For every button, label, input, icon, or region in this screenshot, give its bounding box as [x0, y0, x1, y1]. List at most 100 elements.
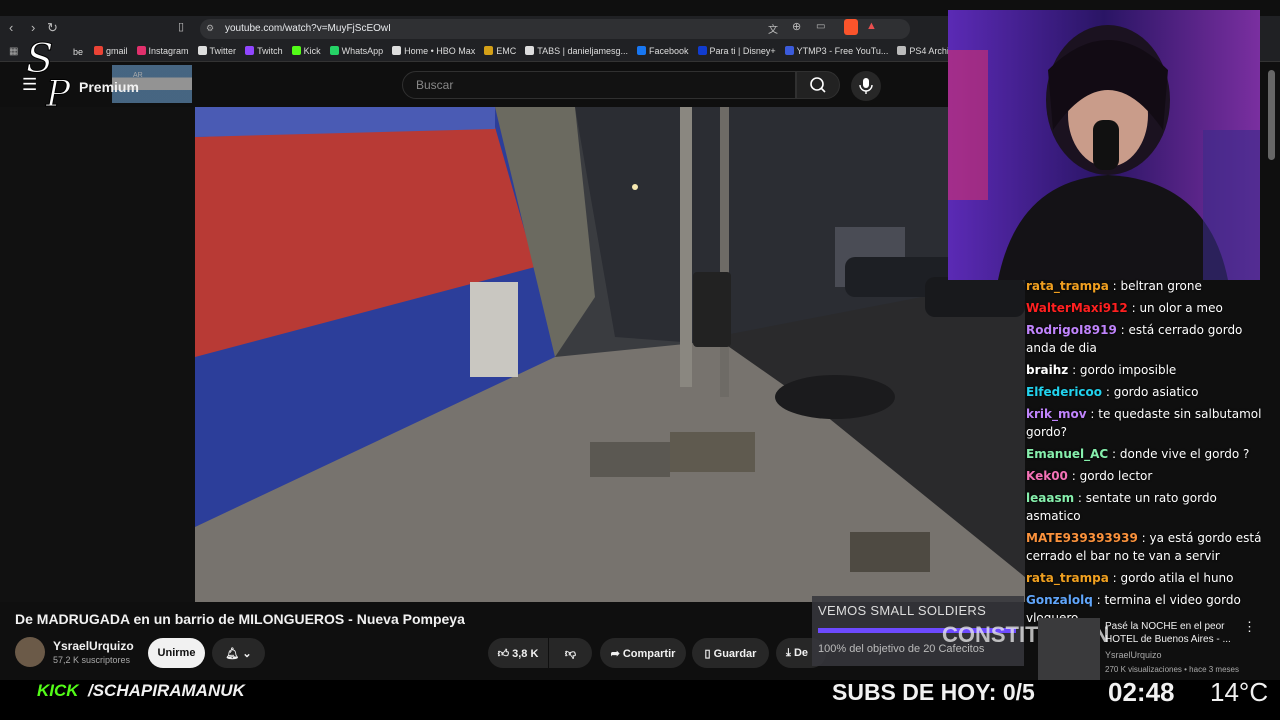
bookmark-item[interactable]: Twitch	[245, 46, 283, 56]
bookmark-label: Home • HBO Max	[404, 46, 476, 56]
bookmark-label: WhatsApp	[341, 46, 384, 56]
search-button[interactable]	[796, 71, 840, 99]
subscriber-count: 57,2 K suscriptores	[53, 655, 131, 665]
search-input[interactable]: Buscar	[402, 71, 796, 99]
apps-grid-icon[interactable]: ▦	[9, 46, 18, 57]
bookmark-item[interactable]: EMC	[484, 46, 516, 56]
chat-message: Elfedericoo : gordo asiatico	[1022, 381, 1272, 403]
recommended-channel[interactable]: YsraelUrquizo	[1105, 650, 1162, 660]
chat-separator: :	[1086, 407, 1099, 421]
chat-username[interactable]: Gonzalolq	[1026, 593, 1093, 607]
brave-icon[interactable]	[844, 19, 858, 35]
mic-icon	[859, 78, 873, 94]
chat-separator: :	[1108, 571, 1121, 585]
site-info-icon[interactable]: ⚙	[206, 23, 214, 34]
bookmark-label: Twitter	[209, 46, 237, 56]
bookmark-item[interactable]: TABS | danieljamesg...	[525, 46, 628, 56]
bookmark-label: YTMP3 - Free YouTu...	[796, 46, 889, 56]
page-background	[0, 107, 195, 602]
chat-username[interactable]: Emanuel_AC	[1026, 447, 1108, 461]
recommended-video[interactable]: Pasé la NOCHE en el peor HOTEL de Buenos…	[1038, 615, 1280, 680]
chat-message: krik_mov : te quedaste sin salbutamol go…	[1022, 403, 1272, 443]
goal-progress-text: 100% del objetivo de 20 Cafecitos	[818, 643, 985, 655]
bookmark-favicon-icon	[525, 46, 535, 55]
video-title: De MADRUGADA en un barrio de MILONGUEROS…	[15, 611, 465, 627]
channel-name[interactable]: YsraelUrquizo	[53, 639, 134, 653]
bookmark-icon[interactable]: ▯	[178, 20, 184, 33]
save-label: Guardar	[713, 648, 757, 660]
bookmark-item[interactable]: YTMP3 - Free YouTu...	[784, 46, 889, 56]
more-options-icon[interactable]: ⋮	[1243, 619, 1256, 635]
bookmark-label: Instagram	[148, 46, 189, 56]
bookmark-favicon-icon	[392, 46, 402, 55]
chat-username[interactable]: Elfedericoo	[1026, 385, 1102, 399]
chat-separator: :	[1074, 491, 1086, 505]
notifications-button[interactable]: 🔔︎ ⌄	[212, 638, 265, 668]
country-code: AR	[133, 72, 143, 79]
bookmark-list: gmail Instagram Twitter Twitch Kick WhatsApp H…	[94, 46, 986, 56]
recommended-title[interactable]: Pasé la NOCHE en el peor HOTEL de Buenos…	[1105, 620, 1235, 646]
bookmark-favicon-icon	[245, 46, 255, 55]
recommended-thumbnail[interactable]	[1038, 618, 1100, 680]
save-button[interactable]: ▯ Guardar	[692, 638, 769, 668]
chat-username[interactable]: RodrigoI8919	[1026, 323, 1117, 337]
like-button[interactable]: 👍︎ 3,8 K	[488, 638, 548, 668]
chat-message: Kek00 : gordo lector	[1022, 465, 1272, 487]
kick-handle: /SCHAPIRAMANUK	[88, 681, 245, 700]
chat-username[interactable]: rata_trampa	[1026, 571, 1109, 585]
like-count: 3,8 K	[512, 648, 539, 660]
dislike-button[interactable]: 👎︎	[549, 638, 592, 668]
chat-message: braihz : gordo imposible	[1022, 359, 1272, 381]
translate-icon[interactable]: 文	[768, 21, 778, 36]
bookmark-favicon-icon	[897, 46, 907, 55]
chat-username[interactable]: rata_trampa	[1026, 279, 1109, 293]
bell-icon: 🔔︎	[225, 648, 240, 660]
bookmark-item[interactable]: Twitter	[197, 46, 237, 56]
chat-username[interactable]: MATE939393939	[1026, 531, 1138, 545]
chat-text: donde vive el gordo ?	[1119, 447, 1250, 461]
bookmark-favicon-icon	[697, 46, 707, 55]
cast-icon[interactable]: ▭	[816, 21, 825, 32]
chat-text: gordo imposible	[1079, 363, 1177, 377]
chat-message: leaasm : sentate un rato gordo asmatico	[1022, 487, 1272, 527]
rewards-icon[interactable]: ▲	[866, 20, 877, 32]
thumbs-up-icon: 👍︎	[497, 648, 510, 660]
download-icon: ⤓	[786, 647, 791, 659]
back-icon[interactable]: ‹	[9, 20, 13, 35]
voice-search-button[interactable]	[851, 71, 881, 101]
bookmark-item[interactable]: Home • HBO Max	[392, 46, 475, 56]
chat-text: gordo lector	[1079, 469, 1153, 483]
bookmark-item[interactable]: Facebook	[637, 46, 689, 56]
share-button[interactable]: ➦ Compartir	[600, 638, 686, 668]
bookmark-label: TABS | danieljamesg...	[537, 46, 629, 56]
share-icon: ➦	[610, 648, 620, 660]
clock: 02:48	[1108, 677, 1175, 707]
bookmark-item[interactable]: Para ti | Disney+	[697, 46, 776, 56]
bookmark-item[interactable]: Instagram	[136, 46, 189, 56]
zoom-icon[interactable]: ⊕	[792, 20, 801, 33]
chat-username[interactable]: Kek00	[1026, 469, 1068, 483]
bookmark-label: gmail	[106, 46, 128, 56]
chat-separator: :	[1068, 363, 1080, 377]
bookmark-label: Facebook	[649, 46, 689, 56]
channel-avatar[interactable]	[15, 637, 45, 667]
premium-label[interactable]: Premium	[79, 79, 139, 95]
chat-text: gordo asiatico	[1113, 385, 1199, 399]
join-button[interactable]: Unirme	[148, 638, 205, 668]
bookmark-favicon-icon	[291, 46, 301, 55]
bookmark-item[interactable]: WhatsApp	[329, 46, 384, 56]
chat-username[interactable]: WalterMaxi912	[1026, 301, 1128, 315]
chat-username[interactable]: leaasm	[1026, 491, 1074, 505]
bookmark-item[interactable]: Kick	[291, 46, 321, 56]
page-scrollbar[interactable]	[1268, 70, 1275, 160]
chat-text: gordo atila el huno	[1120, 571, 1234, 585]
address-bar[interactable]: youtube.com/watch?v=MuyFjScEOwI	[200, 19, 910, 39]
streamer-webcam	[948, 10, 1260, 280]
subs-today: SUBS DE HOY: 0/5	[832, 679, 1035, 705]
bookmark-item[interactable]: gmail	[94, 46, 128, 56]
chat-username[interactable]: braihz	[1026, 363, 1068, 377]
chat-username[interactable]: krik_mov	[1026, 407, 1087, 421]
kick-label: KICK	[37, 681, 79, 700]
chat-separator: :	[1092, 593, 1105, 607]
video-player[interactable]	[195, 107, 1025, 602]
